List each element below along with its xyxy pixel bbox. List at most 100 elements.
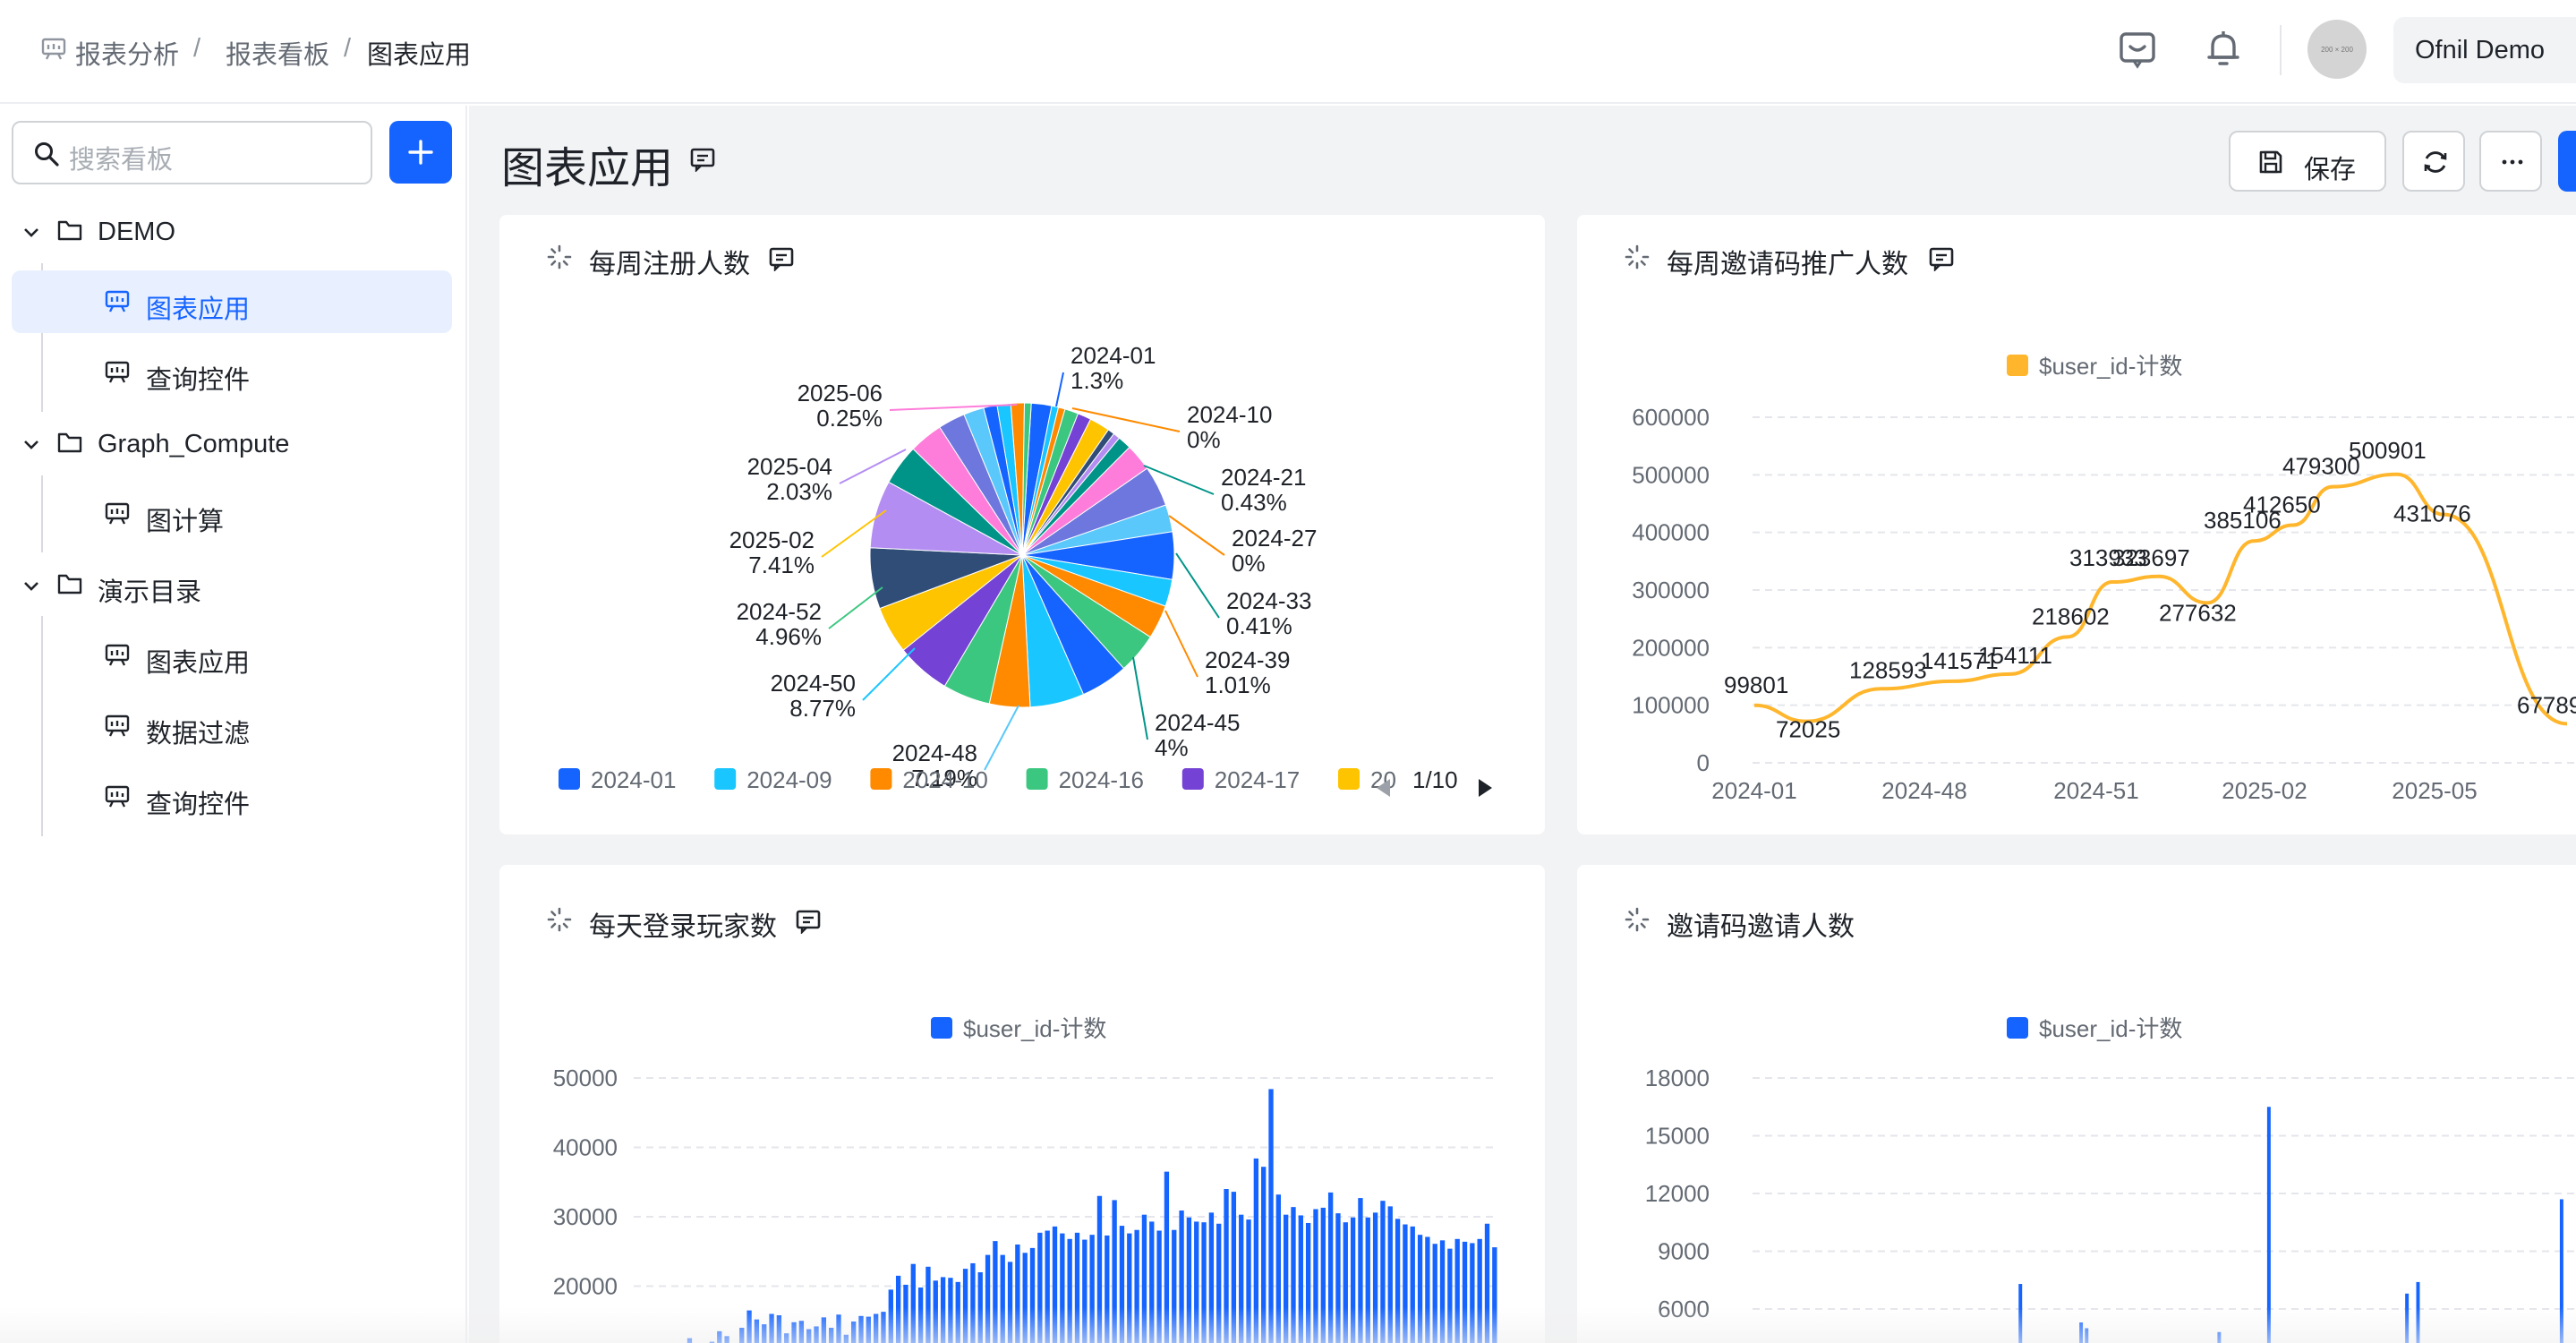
y-tick-label: 9000: [1658, 1238, 1710, 1265]
board-search-input[interactable]: 搜索看板: [12, 121, 372, 184]
report-board-icon: [105, 290, 130, 312]
avatar[interactable]: 200 × 200: [2307, 20, 2367, 79]
pie-slice-name: 2024-21: [1221, 464, 1306, 491]
legend-swatch: [931, 1017, 952, 1039]
pie-slice-name: 2024-01: [1070, 342, 1156, 369]
pie-leader-line: [862, 647, 916, 701]
more-horizontal-icon: [2502, 159, 2523, 165]
breadcrumb-item-report-board[interactable]: 报表看板: [226, 34, 329, 72]
chart-card-daily-login-players[interactable]: 每天登录玩家数 $user_id-计数 50000 40000 30000 20000: [499, 865, 1545, 1343]
data-label: 154111: [1978, 642, 2052, 669]
bar-chart-invite-codes[interactable]: $user_id-计数18000150001200090006000: [1577, 865, 2576, 1343]
pie-leader-line: [1132, 656, 1148, 740]
tree-folder-label: DEMO: [98, 218, 175, 246]
legend-next-arrow: [1479, 779, 1492, 797]
y-tick-label: 300000: [1632, 577, 1710, 603]
tree-board-chart-app-2[interactable]: 图表应用: [12, 624, 452, 687]
folder-icon: [57, 432, 82, 453]
y-tick-label: 12000: [1645, 1180, 1710, 1207]
tree-board-query-control[interactable]: 查询控件: [12, 341, 452, 404]
pie-slice-percent: 7.41%: [748, 552, 815, 578]
pie-slice-percent: 8.77%: [789, 695, 856, 722]
pie-slice-name: 2024-45: [1155, 709, 1240, 736]
y-tick-label: 15000: [1645, 1123, 1710, 1150]
y-tick-label: 18000: [1645, 1065, 1710, 1091]
pie-leader-line: [1164, 610, 1198, 678]
tree-folder-label: 演示目录: [98, 578, 202, 607]
tree-board-query-control-2[interactable]: 查询控件: [12, 766, 452, 828]
chart-card-weekly-registrations[interactable]: 每周注册人数 2024-01 1.3% 2024-10 0% 2024-21 0.43% 2…: [499, 215, 1545, 834]
report-board-icon: [41, 38, 66, 65]
save-button[interactable]: 保存: [2229, 131, 2386, 192]
tree-board-label: 查询控件: [146, 366, 251, 395]
tree-board-label: 图表应用: [146, 649, 251, 678]
pie-leader-line: [1175, 552, 1220, 619]
breadcrumb-item-report-analysis[interactable]: 报表分析: [75, 34, 179, 72]
report-board-icon: [105, 361, 130, 383]
tree-board-chart-app[interactable]: 图表应用: [12, 270, 452, 333]
pie-slice-name: 2024-48: [892, 740, 977, 766]
breadcrumb-item-current: 图表应用: [367, 41, 472, 70]
data-label: 277632: [2159, 599, 2237, 626]
pie-leader-line: [828, 586, 883, 629]
x-tick-label: 2024-51: [2053, 777, 2138, 804]
pie-slice-name: 2025-02: [729, 526, 815, 553]
data-label: 323697: [2112, 544, 2190, 571]
y-tick-label: 30000: [553, 1203, 618, 1230]
legend-label: 2024-01: [591, 766, 676, 793]
page-title: 图表应用: [501, 133, 673, 195]
add-board-button[interactable]: [389, 121, 452, 184]
refresh-button[interactable]: [2402, 131, 2465, 192]
comment-icon[interactable]: [689, 147, 716, 176]
pie-leader-line: [1055, 372, 1064, 407]
tree-folder-demo-directory[interactable]: 演示目录: [12, 553, 452, 616]
pie-chart[interactable]: 2024-011.3%2024-100%2024-210.43%2024-270…: [499, 215, 1545, 834]
y-tick-label: 0: [1697, 749, 1710, 776]
report-board-icon: [105, 714, 130, 737]
pie-slice-percent: 1.3%: [1070, 367, 1123, 394]
y-tick-label: 400000: [1632, 519, 1710, 546]
bar-chart-daily-logins[interactable]: $user_id-计数 50000 40000 30000 20000: [499, 865, 1545, 1343]
primary-action-button[interactable]: [2558, 131, 2576, 192]
x-tick-label: 2025-05: [2392, 777, 2477, 804]
chevron-down-icon: [24, 441, 38, 449]
data-label: 72025: [1776, 716, 1840, 743]
tree-board-data-filter[interactable]: 数据过滤: [12, 695, 452, 757]
tree-board-graph-compute[interactable]: 图计算: [12, 483, 452, 545]
legend-swatch: [1026, 768, 1048, 790]
folder-icon: [57, 574, 82, 595]
notification-bell-icon[interactable]: [2202, 27, 2245, 70]
tree-folder-graph-compute[interactable]: Graph_Compute: [12, 412, 452, 475]
breadcrumb-separator: /: [344, 34, 352, 63]
legend-swatch: [1181, 768, 1204, 790]
user-menu-button[interactable]: Ofnil Demo: [2393, 17, 2576, 83]
line-chart[interactable]: $user_id-计数 600000 500000 400000 300000 20000…: [1577, 215, 2576, 834]
y-tick-label: 100000: [1632, 692, 1710, 719]
y-tick-label: 500000: [1632, 461, 1710, 488]
x-tick-label: 2024-48: [1881, 777, 1966, 804]
x-tick-label: 2025-02: [2222, 777, 2307, 804]
legend-label: 2024-17: [1215, 766, 1300, 793]
feedback-icon[interactable]: [2116, 27, 2159, 70]
data-label: 128593: [1849, 656, 1927, 683]
breadcrumb-separator: /: [193, 34, 201, 63]
folder-icon: [57, 220, 82, 241]
data-label: 218602: [2032, 603, 2110, 629]
report-board-icon: [105, 644, 130, 666]
more-options-button[interactable]: [2479, 131, 2542, 192]
plus-icon: [408, 140, 433, 165]
legend-swatch: [870, 768, 892, 790]
tree-board-label: 图计算: [146, 508, 225, 536]
data-label: 99801: [1724, 672, 1788, 698]
chart-card-weekly-invite-promotion[interactable]: 每周邀请码推广人数 $user_id-计数 600000 500000 400000 3…: [1577, 215, 2576, 834]
pie-slice-percent: 0.43%: [1221, 489, 1287, 516]
pie-slice-name: 2024-50: [771, 670, 856, 697]
pie-slice-name: 2024-52: [737, 598, 822, 625]
legend-label: 2024-16: [1059, 766, 1144, 793]
header-divider: [2280, 25, 2282, 75]
tree-folder-demo[interactable]: DEMO: [12, 200, 452, 262]
page-title-text: 图表应用: [501, 145, 674, 192]
chart-card-invite-code-invites[interactable]: 邀请码邀请人数 $user_id-计数180001500012000900060…: [1577, 865, 2576, 1343]
y-tick-label: 40000: [553, 1134, 618, 1161]
pie-slice-name: 2024-33: [1226, 587, 1311, 614]
